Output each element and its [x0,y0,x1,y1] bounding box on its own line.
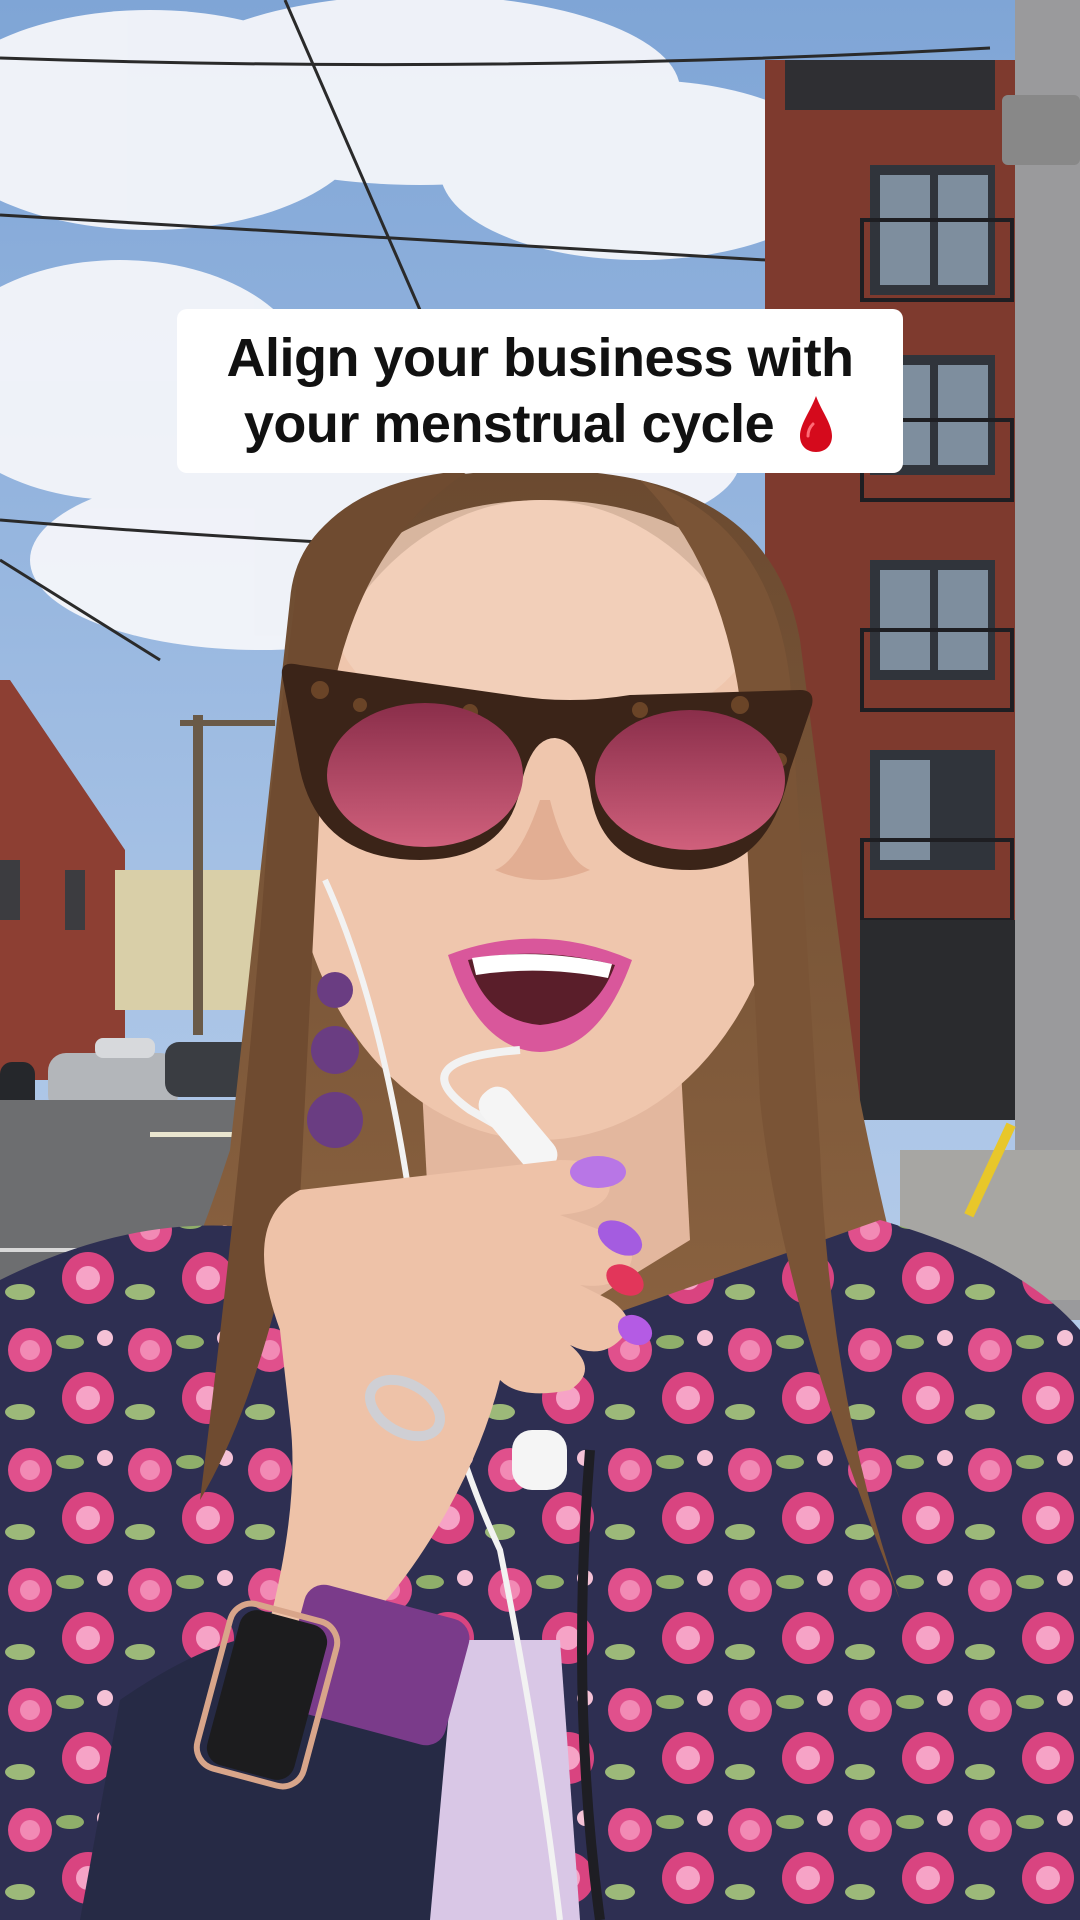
blood-drop-icon [800,396,833,452]
photo-background [0,0,1080,1920]
caption-banner: Align your business with your menstrual … [177,309,903,473]
caption-line-1: Align your business with [226,328,854,388]
caption-line-2: your menstrual cycle [244,391,836,457]
caption-line-2-text: your menstrual cycle [243,394,775,454]
